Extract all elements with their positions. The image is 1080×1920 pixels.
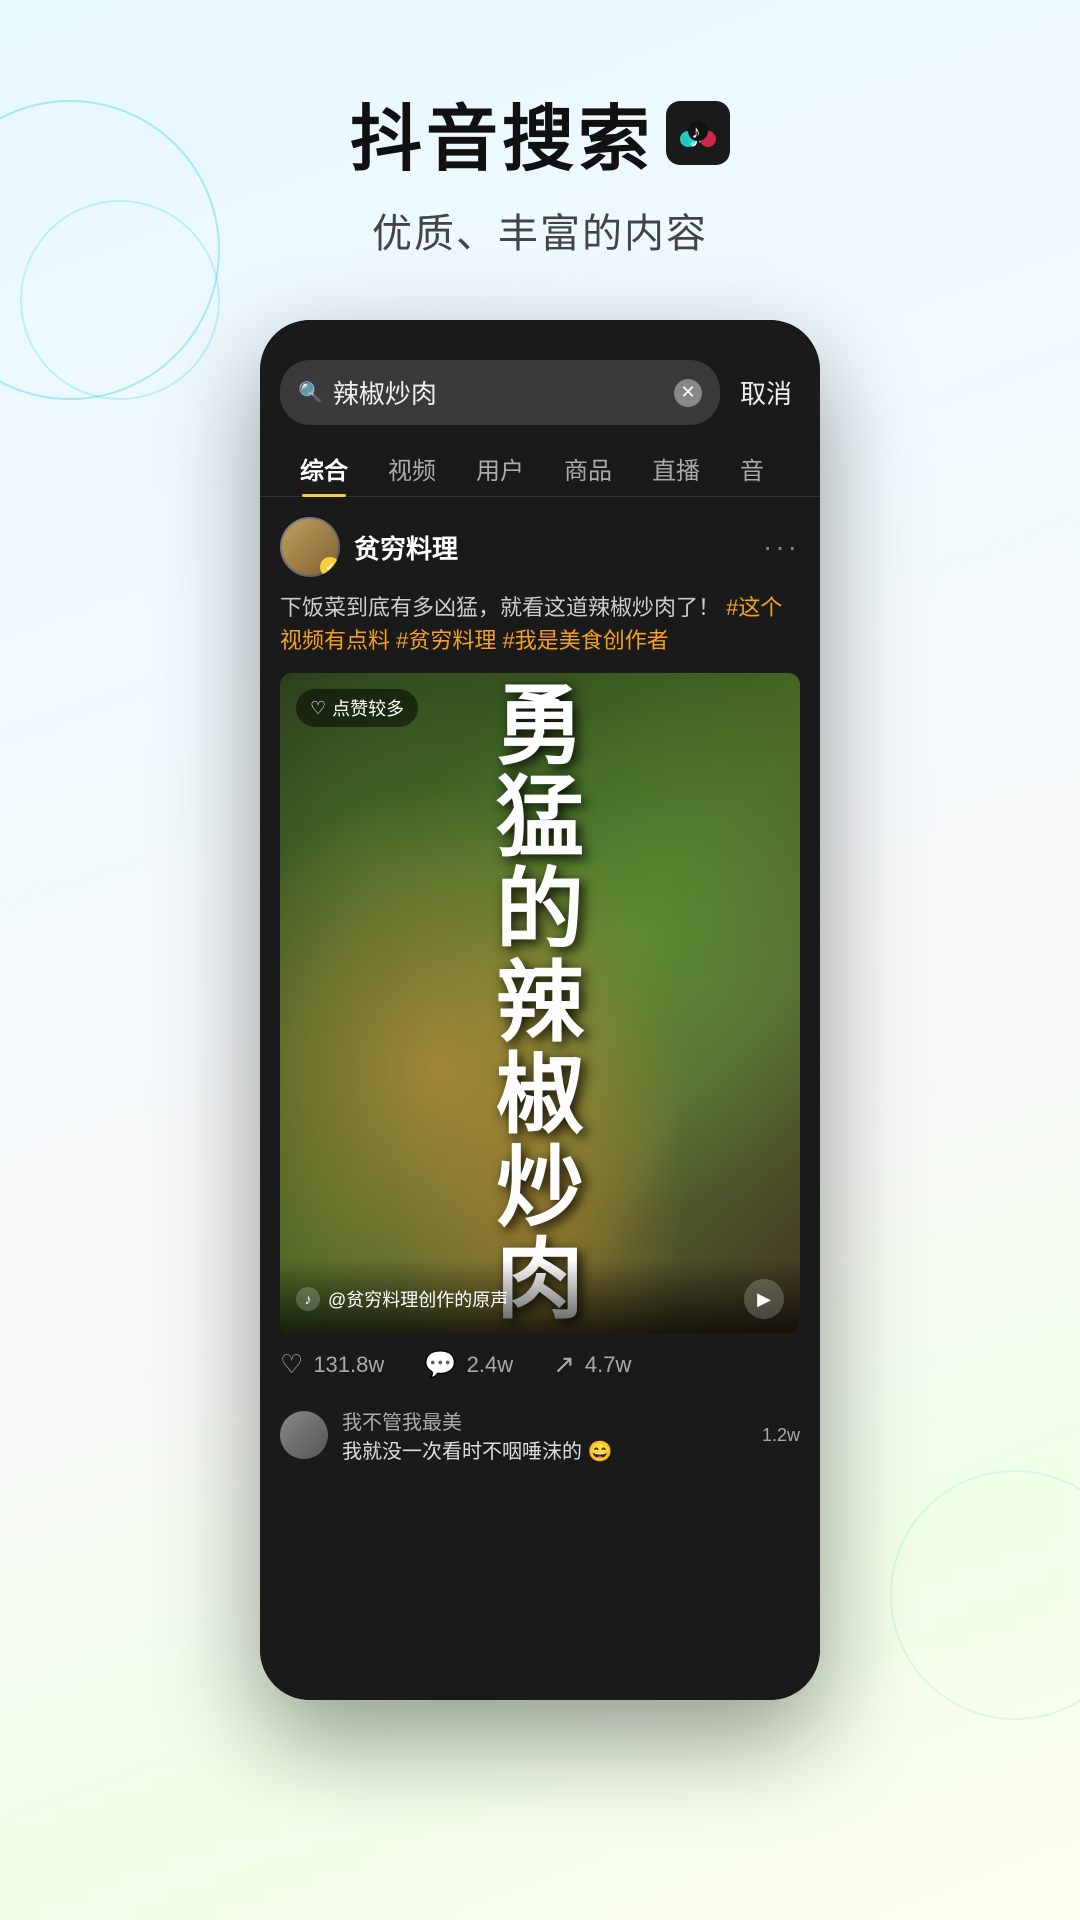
video-bottom-bar: ♪ @贫穷料理创作的原声 ▶ xyxy=(280,1259,800,1333)
comment-username[interactable]: 我不管我最美 xyxy=(342,1406,748,1435)
bg-decoration-circle3 xyxy=(890,1470,1080,1720)
title-text: 抖音搜索 xyxy=(350,80,654,185)
comment-text-area: 我不管我最美 我就没一次看时不咽唾沫的 😄 xyxy=(342,1406,748,1464)
music-text: @贫穷料理创作的原声 xyxy=(328,1286,508,1312)
share-stat-icon: ↗ xyxy=(553,1349,575,1380)
avatar: ✓ xyxy=(280,517,340,577)
likes-badge-text: 点赞较多 xyxy=(332,695,404,721)
phone-mockup: 🔍 辣椒炒肉 ✕ 取消 综合 视频 用户 商品 直播 音 xyxy=(260,320,820,1700)
clear-button[interactable]: ✕ xyxy=(674,379,702,407)
phone-screen: 🔍 辣椒炒肉 ✕ 取消 综合 视频 用户 商品 直播 音 xyxy=(260,320,820,1700)
svg-text:♪: ♪ xyxy=(692,122,705,142)
tab-商品[interactable]: 商品 xyxy=(544,441,632,496)
comment-avatar xyxy=(280,1411,328,1459)
shares-stat[interactable]: ↗ 4.7w xyxy=(553,1349,631,1380)
likes-stat[interactable]: ♡ 131.8w xyxy=(280,1349,384,1380)
comment-stat-icon: 💬 xyxy=(424,1349,456,1380)
clear-icon: ✕ xyxy=(680,382,695,403)
username[interactable]: 贫穷料理 xyxy=(354,529,458,566)
video-title-char4: 辣 xyxy=(496,957,584,1049)
search-bar: 🔍 辣椒炒肉 ✕ 取消 xyxy=(280,360,800,425)
tab-用户[interactable]: 用户 xyxy=(456,441,544,496)
video-title-char6: 炒 xyxy=(496,1142,584,1234)
tab-直播[interactable]: 直播 xyxy=(632,441,720,496)
user-row: ✓ 贫穷料理 ··· xyxy=(280,517,800,577)
shares-count: 4.7w xyxy=(585,1352,631,1378)
music-info: ♪ @贫穷料理创作的原声 xyxy=(296,1286,508,1312)
search-query: 辣椒炒肉 xyxy=(333,374,664,411)
tab-综合[interactable]: 综合 xyxy=(280,441,368,496)
content-area: ✓ 贫穷料理 ··· 下饭菜到底有多凶猛，就看这道辣椒炒肉了！ #这个视频有点料… xyxy=(260,497,820,1486)
video-title-overlay: 勇 猛 的 辣 椒 炒 肉 xyxy=(280,673,800,1333)
phone-frame: 🔍 辣椒炒肉 ✕ 取消 综合 视频 用户 商品 直播 音 xyxy=(260,320,820,1700)
comment-row: 我不管我最美 我就没一次看时不咽唾沫的 😄 1.2w xyxy=(280,1406,800,1464)
play-button[interactable]: ▶ xyxy=(744,1279,784,1319)
video-title-char5: 椒 xyxy=(496,1049,584,1141)
stats-row: ♡ 131.8w 💬 2.4w ↗ 4.7w xyxy=(280,1333,800,1396)
video-title-char3: 的 xyxy=(496,864,584,956)
user-info: ✓ 贫穷料理 xyxy=(280,517,458,577)
post-description: 下饭菜到底有多凶猛，就看这道辣椒炒肉了！ #这个视频有点料 #贫穷料理 #我是美… xyxy=(280,591,800,657)
search-icon: 🔍 xyxy=(298,380,323,405)
heart-stat-icon: ♡ xyxy=(280,1349,303,1380)
search-input-wrapper[interactable]: 🔍 辣椒炒肉 ✕ xyxy=(280,360,720,425)
comments-count: 2.4w xyxy=(467,1352,513,1378)
tabs-area: 综合 视频 用户 商品 直播 音 xyxy=(260,425,820,497)
cancel-button[interactable]: 取消 xyxy=(732,374,800,411)
comment-likes: 1.2w xyxy=(762,1425,800,1446)
verified-badge: ✓ xyxy=(320,557,340,577)
tiktok-small-icon: ♪ xyxy=(296,1287,320,1311)
video-thumbnail[interactable]: 勇 猛 的 辣 椒 炒 肉 ♡ 点赞较多 xyxy=(280,673,800,1333)
header-section: 抖音搜索 ♪ ♪ 优质、丰富的内容 xyxy=(0,0,1080,299)
tab-音乐[interactable]: 音 xyxy=(720,441,784,496)
tiktok-logo-icon: ♪ ♪ xyxy=(666,101,730,165)
more-options-button[interactable]: ··· xyxy=(763,531,800,563)
comment-content: 我就没一次看时不咽唾沫的 😄 xyxy=(342,1435,748,1464)
video-background: 勇 猛 的 辣 椒 炒 肉 ♡ 点赞较多 xyxy=(280,673,800,1333)
video-title-char2: 猛 xyxy=(496,772,584,864)
subtitle: 优质、丰富的内容 xyxy=(0,201,1080,259)
heart-icon: ♡ xyxy=(310,698,326,719)
app-title: 抖音搜索 ♪ ♪ xyxy=(0,80,1080,185)
svg-text:♪: ♪ xyxy=(305,1291,312,1307)
comment-section: 我不管我最美 我就没一次看时不咽唾沫的 😄 1.2w xyxy=(280,1396,800,1486)
video-title-char1: 勇 xyxy=(496,680,584,772)
search-bar-area: 🔍 辣椒炒肉 ✕ 取消 xyxy=(260,320,820,425)
tab-视频[interactable]: 视频 xyxy=(368,441,456,496)
post-desc-text: 下饭菜到底有多凶猛，就看这道辣椒炒肉了！ xyxy=(280,595,720,620)
likes-count: 131.8w xyxy=(313,1352,384,1378)
comments-stat[interactable]: 💬 2.4w xyxy=(424,1349,513,1380)
likes-badge: ♡ 点赞较多 xyxy=(296,689,418,727)
